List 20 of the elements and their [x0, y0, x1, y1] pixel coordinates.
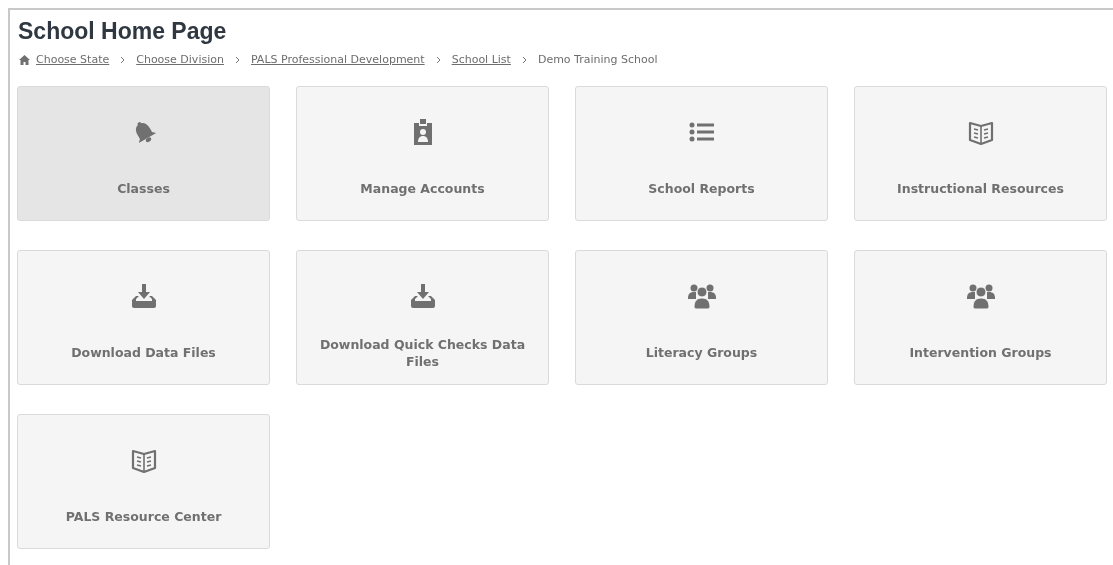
menu-tile[interactable]: Intervention Groups: [854, 250, 1107, 385]
chevron-icon: [234, 55, 240, 64]
chevron-icon: [120, 55, 126, 64]
chevron-icon: [435, 55, 441, 64]
menu-tile[interactable]: Download Quick Checks Data Files: [296, 250, 549, 385]
breadcrumb-link[interactable]: Choose State: [36, 53, 110, 66]
menu-tile[interactable]: Literacy Groups: [575, 250, 828, 385]
home-icon: [19, 54, 30, 65]
breadcrumb-link[interactable]: School List: [451, 53, 511, 66]
menu-tile[interactable]: Manage Accounts: [296, 86, 549, 221]
menu-tile[interactable]: Download Data Files: [17, 250, 270, 385]
page-title: School Home Page: [18, 18, 228, 45]
menu-tile[interactable]: Classes: [17, 86, 270, 221]
menu-tile[interactable]: School Reports: [575, 86, 828, 221]
breadcrumb-link[interactable]: PALS Professional Development: [250, 53, 425, 66]
chevron-icon: [521, 55, 527, 64]
menu-tile[interactable]: Instructional Resources: [854, 86, 1107, 221]
menu-tile[interactable]: PALS Resource Center: [17, 414, 270, 549]
current-page-label: Demo Training School: [537, 53, 658, 66]
breadcrumb-link[interactable]: Choose Division: [136, 53, 224, 66]
